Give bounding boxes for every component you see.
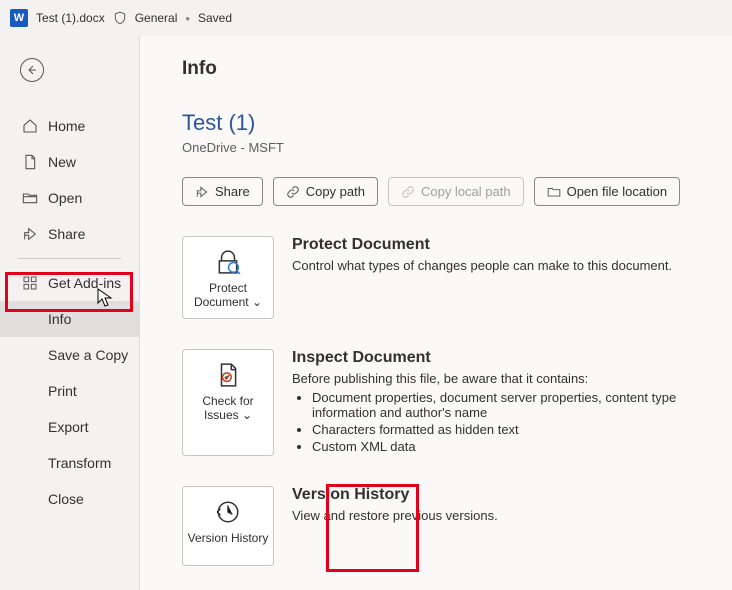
action-row: Share Copy path Copy local path Open fil… <box>182 177 732 206</box>
button-label: Share <box>215 184 250 199</box>
sidebar-item-label: Home <box>48 118 85 134</box>
copy-local-path-button: Copy local path <box>388 177 524 206</box>
titlebar-sep: • <box>185 11 190 26</box>
home-icon <box>22 118 38 134</box>
backstage-sidebar: Home New Open Share Get Add-ins Info Sav… <box>0 36 140 590</box>
titlebar: W Test (1).docx General • Saved <box>0 0 732 36</box>
sidebar-item-export[interactable]: Export <box>0 409 139 445</box>
sidebar-item-label: Share <box>48 226 85 242</box>
protect-document-tile[interactable]: Protect Document ⌄ <box>182 236 274 319</box>
block-desc: View and restore previous versions. <box>292 508 498 523</box>
list-item: Custom XML data <box>312 439 732 454</box>
sidebar-item-info[interactable]: Info <box>0 301 139 337</box>
sidebar-item-label: Close <box>48 491 84 507</box>
info-pane: Info Test (1) OneDrive - MSFT Share Copy… <box>140 36 732 590</box>
shield-icon <box>113 11 127 25</box>
sidebar-item-saveacopy[interactable]: Save a Copy <box>0 337 139 373</box>
inspect-document-block: Check for Issues ⌄ Inspect Document Befo… <box>182 349 732 456</box>
sidebar-item-label: Transform <box>48 455 111 471</box>
share-icon <box>22 226 38 242</box>
sidebar-item-print[interactable]: Print <box>0 373 139 409</box>
sidebar-item-transform[interactable]: Transform <box>0 445 139 481</box>
back-button[interactable] <box>20 58 44 82</box>
folder-icon <box>547 185 561 199</box>
inspect-list: Document properties, document server pro… <box>312 390 732 454</box>
block-heading: Protect Document <box>292 236 672 254</box>
inspect-icon <box>215 360 241 390</box>
titlebar-filename: Test (1).docx <box>36 11 105 25</box>
document-icon <box>22 154 38 170</box>
chevron-down-icon: ⌄ <box>249 295 262 309</box>
check-for-issues-tile[interactable]: Check for Issues ⌄ <box>182 349 274 456</box>
button-label: Copy local path <box>421 184 511 199</box>
sidebar-item-close[interactable]: Close <box>0 481 139 517</box>
sidebar-item-label: Save a Copy <box>48 347 128 363</box>
protect-document-block: Protect Document ⌄ Protect Document Cont… <box>182 236 732 319</box>
sidebar-item-addins[interactable]: Get Add-ins <box>0 265 139 301</box>
chevron-down-icon: ⌄ <box>239 408 252 422</box>
link-icon <box>401 185 415 199</box>
link-icon <box>286 185 300 199</box>
history-icon <box>215 497 241 527</box>
block-desc: Before publishing this file, be aware th… <box>292 371 722 386</box>
copy-path-button[interactable]: Copy path <box>273 177 378 206</box>
sidebar-item-share[interactable]: Share <box>0 216 139 252</box>
button-label: Open file location <box>567 184 667 199</box>
page-title: Info <box>182 58 732 80</box>
sidebar-item-label: Get Add-ins <box>48 275 121 291</box>
tile-label: Version History <box>188 531 269 545</box>
sidebar-item-label: Export <box>48 419 88 435</box>
sidebar-separator <box>18 258 121 259</box>
doc-title: Test (1) <box>182 110 732 136</box>
sidebar-item-label: Info <box>48 311 71 327</box>
block-desc: Control what types of changes people can… <box>292 258 672 273</box>
list-item: Document properties, document server pro… <box>312 390 732 420</box>
version-history-block: Version History Version History View and… <box>182 486 732 566</box>
lock-icon <box>215 247 241 277</box>
share-button[interactable]: Share <box>182 177 263 206</box>
tile-label: Protect Document <box>194 281 249 309</box>
sidebar-item-label: Print <box>48 383 77 399</box>
block-heading: Version History <box>292 486 498 504</box>
sidebar-item-label: New <box>48 154 76 170</box>
titlebar-sensitivity: General <box>135 11 178 25</box>
sidebar-item-label: Open <box>48 190 82 206</box>
sidebar-item-new[interactable]: New <box>0 144 139 180</box>
doc-location: OneDrive - MSFT <box>182 140 732 155</box>
addins-icon <box>22 275 38 291</box>
button-label: Copy path <box>306 184 365 199</box>
sidebar-item-home[interactable]: Home <box>0 108 139 144</box>
arrow-left-icon <box>26 64 38 76</box>
word-logo: W <box>10 9 28 27</box>
share-icon <box>195 185 209 199</box>
folder-open-icon <box>22 190 38 206</box>
open-file-location-button[interactable]: Open file location <box>534 177 680 206</box>
version-history-tile[interactable]: Version History <box>182 486 274 566</box>
titlebar-saved: Saved <box>198 11 232 25</box>
sidebar-item-open[interactable]: Open <box>0 180 139 216</box>
list-item: Characters formatted as hidden text <box>312 422 732 437</box>
block-heading: Inspect Document <box>292 349 732 367</box>
